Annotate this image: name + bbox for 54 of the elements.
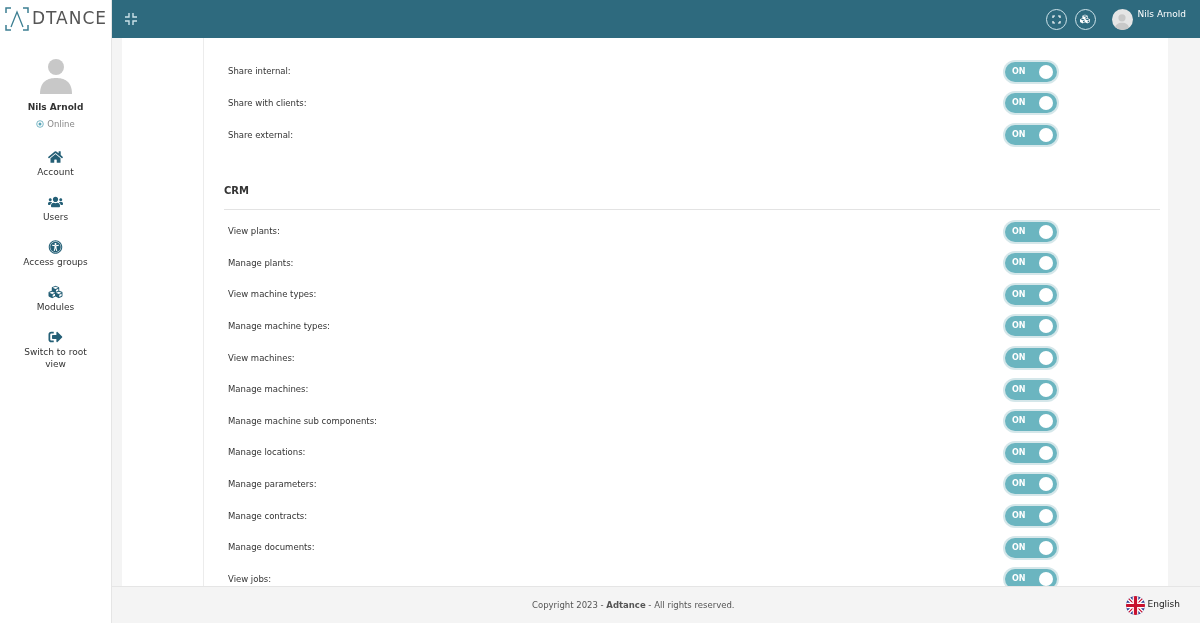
fullscreen-icon: [1051, 14, 1061, 24]
accessibility-icon: [48, 240, 63, 255]
toggle-switch[interactable]: ON: [1005, 93, 1057, 114]
permission-label: Manage contracts:: [228, 509, 309, 523]
permission-label: Manage parameters:: [228, 477, 318, 491]
permission-label: Share external:: [228, 128, 295, 142]
toggle-switch[interactable]: ON: [1005, 284, 1057, 305]
toggle-switch[interactable]: ON: [1005, 537, 1057, 558]
permission-label: Share with clients:: [228, 97, 308, 110]
permission-label: Manage machine types:: [228, 320, 331, 333]
permission-label: View plants:: [228, 225, 281, 238]
nav-item[interactable]: Switch to root view: [12, 330, 99, 371]
users-icon: [48, 195, 63, 210]
brand-name: DTANCE: [31, 7, 108, 31]
toggle-switch[interactable]: ON: [1005, 221, 1057, 242]
status-icon: [36, 119, 45, 128]
flag-icon: [1125, 595, 1145, 615]
toggle-switch[interactable]: ON: [1005, 61, 1057, 82]
toggle-switch[interactable]: ON: [1005, 474, 1057, 495]
sign-out-icon: [48, 330, 63, 345]
nav-item[interactable]: Access groups: [12, 240, 99, 269]
toggle-switch[interactable]: ON: [1005, 253, 1057, 274]
cubes-icon: [48, 285, 63, 300]
toggle-switch[interactable]: ON: [1005, 505, 1057, 526]
cubes-icon: [1080, 14, 1091, 24]
copyright-text: Copyright 2023 - Adtance - All rights reserved.: [532, 598, 735, 612]
home-icon: [48, 150, 63, 165]
permission-label: Manage machine sub components:: [228, 414, 378, 428]
permission-label: Manage plants:: [228, 256, 295, 270]
toggle-switch[interactable]: ON: [1005, 411, 1057, 432]
language-selector[interactable]: English: [1125, 595, 1180, 615]
user-avatar-icon: [1113, 11, 1132, 30]
header-user-name[interactable]: Nils Arnold: [1137, 8, 1186, 22]
toggle-switch[interactable]: ON: [1005, 379, 1057, 400]
nav-item[interactable]: Account: [12, 150, 99, 179]
permission-label: View machine types:: [228, 288, 318, 302]
permission-label: Manage locations:: [228, 446, 307, 460]
nav-item[interactable]: Users: [12, 195, 99, 224]
status-text: Online: [47, 117, 75, 131]
permission-label: Share internal:: [228, 65, 292, 79]
collapse-icon[interactable]: [124, 12, 138, 26]
permission-label: View jobs:: [228, 572, 273, 586]
permission-label: Manage machines:: [228, 383, 310, 396]
toggle-switch[interactable]: ON: [1005, 442, 1057, 463]
permission-label: Manage documents:: [228, 541, 316, 554]
permission-label: View machines:: [228, 351, 296, 365]
toggle-switch[interactable]: ON: [1005, 125, 1057, 145]
toggle-switch[interactable]: ON: [1005, 347, 1057, 368]
logo-icon: [3, 6, 30, 32]
user-name: Nils Arnold: [27, 101, 84, 114]
section-title: CRM: [224, 184, 249, 196]
toggle-switch[interactable]: ON: [1005, 316, 1057, 337]
toggle-switch[interactable]: ON: [1005, 569, 1057, 586]
nav-item[interactable]: Modules: [12, 285, 99, 314]
